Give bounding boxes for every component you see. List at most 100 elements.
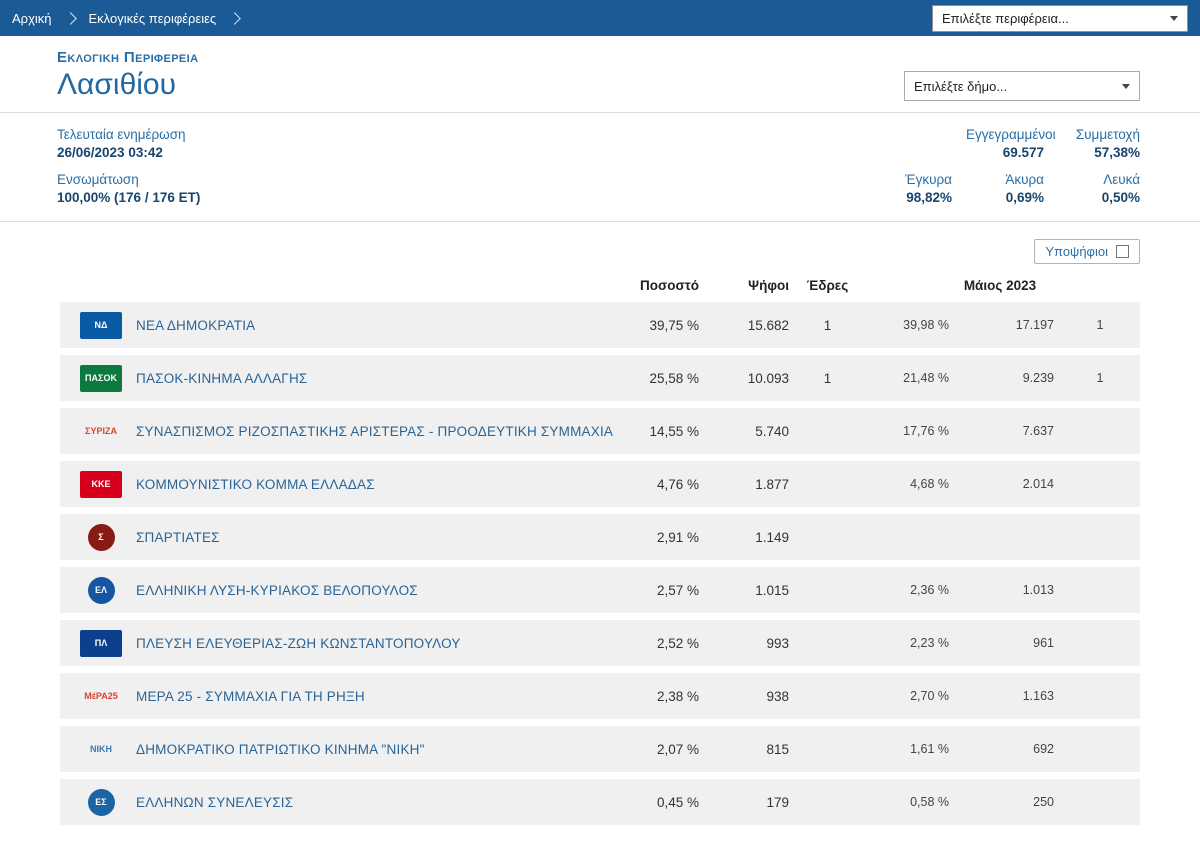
party-percent: 39,75 % [649, 317, 699, 333]
party-cell: ΣΥΡΙΖΑ ΣΥΝΑΣΠΙΣΜΟΣ ΡΙΖΟΣΠΑΣΤΙΚΗΣ ΑΡΙΣΤΕΡ… [60, 418, 615, 445]
party-name-link[interactable]: ΣΠΑΡΤΙΑΤΕΣ [136, 530, 220, 545]
page-header: Εκλογική Περιφέρεια Λασιθίου Επιλέξτε δή… [0, 36, 1200, 113]
party-name-link[interactable]: ΚΟΜΜΟΥΝΙΣΤΙΚΟ ΚΟΜΜΑ ΕΛΛΑΔΑΣ [136, 477, 375, 492]
valid-value: 98,82% [906, 190, 952, 205]
blank-value: 0,50% [1101, 190, 1140, 205]
party-votes: 15.682 [747, 317, 789, 333]
breadcrumb-section-link[interactable]: Εκλογικές περιφέρειες [89, 11, 217, 26]
registered-value: 69.577 [1002, 145, 1044, 160]
party-prev-votes: 2.014 [1022, 477, 1054, 491]
party-prev-percent: 2,23 % [910, 636, 949, 650]
party-cell: ΝΔ ΝΕΑ ΔΗΜΟΚΡΑΤΙΑ [60, 311, 615, 339]
header-previous-election: Μάιος 2023 [963, 278, 1037, 293]
party-percent: 2,57 % [656, 582, 699, 598]
region-select[interactable]: Επιλέξτε περιφέρεια... [932, 4, 1188, 32]
table-row: ΝΔ ΝΕΑ ΔΗΜΟΚΡΑΤΙΑ 39,75 % 15.682 1 39,98… [60, 302, 1140, 348]
party-votes: 10.093 [747, 370, 789, 386]
valid: Έγκυρα 98,82% [860, 172, 952, 205]
party-logo-icon: ΝΔ [80, 311, 122, 339]
party-votes: 1.015 [755, 582, 789, 598]
chevron-right-icon [63, 11, 77, 25]
party-name-link[interactable]: ΕΛΛΗΝΙΚΗ ΛΥΣΗ-ΚΥΡΙΑΚΟΣ ΒΕΛΟΠΟΥΛΟΣ [136, 583, 418, 598]
candidates-toggle-label: Υποψήφιοι [1045, 244, 1108, 259]
party-prev-percent: 39,98 % [903, 318, 949, 332]
party-prev-votes: 250 [1033, 795, 1054, 809]
stats-left: Τελευταία ενημέρωση 26/06/2023 03:42 Ενσ… [57, 127, 200, 205]
invalid-label: Άκυρα [1005, 172, 1044, 187]
chevron-right-icon [228, 11, 242, 25]
party-votes: 179 [766, 794, 789, 810]
party-cell: ΠΛ ΠΛΕΥΣΗ ΕΛΕΥΘΕΡΙΑΣ-ΖΩΗ ΚΩΝΣΤΑΝΤΟΠΟΥΛΟΥ [60, 629, 615, 657]
results-rows: ΝΔ ΝΕΑ ΔΗΜΟΚΡΑΤΙΑ 39,75 % 15.682 1 39,98… [60, 302, 1140, 825]
party-name-link[interactable]: ΝΕΑ ΔΗΜΟΚΡΑΤΙΑ [136, 318, 255, 333]
chevron-down-icon [1170, 15, 1178, 21]
party-name-link[interactable]: ΠΛΕΥΣΗ ΕΛΕΥΘΕΡΙΑΣ-ΖΩΗ ΚΩΝΣΤΑΝΤΟΠΟΥΛΟΥ [136, 636, 461, 651]
invalid: Άκυρα 0,69% [952, 172, 1044, 205]
party-prev-percent: 21,48 % [903, 371, 949, 385]
registered-label: Εγγεγραμμένοι [966, 127, 1056, 142]
chevron-down-icon [1122, 83, 1130, 89]
party-prev-percent: 0,58 % [910, 795, 949, 809]
party-prev-seats: 1 [1096, 371, 1104, 385]
district-heading: Εκλογική Περιφέρεια Λασιθίου [57, 49, 198, 102]
party-name-link[interactable]: ΜΕΡΑ 25 - ΣΥΜΜΑΧΙΑ ΓΙΑ ΤΗ ΡΗΞΗ [136, 689, 365, 704]
party-logo-icon: Σ [87, 523, 115, 551]
party-logo-icon: ΣΥΡΙΖΑ [85, 425, 117, 436]
party-cell: ΠΑΣΟΚ ΠΑΣΟΚ-ΚΙΝΗΜΑ ΑΛΛΑΓΗΣ [60, 364, 615, 392]
blank-label: Λευκά [1103, 172, 1140, 187]
invalid-value: 0,69% [1005, 190, 1044, 205]
municipality-select-value: Επιλέξτε δήμο... [914, 78, 1008, 94]
party-prev-percent: 2,70 % [910, 689, 949, 703]
party-logo-icon: ΠΑΣΟΚ [80, 364, 122, 392]
table-row: ΣΥΡΙΖΑ ΣΥΝΑΣΠΙΣΜΟΣ ΡΙΖΟΣΠΑΣΤΙΚΗΣ ΑΡΙΣΤΕΡ… [60, 408, 1140, 454]
turnout-value: 57,38% [1094, 145, 1140, 160]
party-name-link[interactable]: ΕΛΛΗΝΩΝ ΣΥΝΕΛΕΥΣΙΣ [136, 795, 293, 810]
party-cell: ΝΙΚΗ ΔΗΜΟΚΡΑΤΙΚΟ ΠΑΤΡΙΩΤΙΚΟ ΚΙΝΗΜΑ "ΝΙΚΗ… [60, 736, 615, 763]
party-name-link[interactable]: ΣΥΝΑΣΠΙΣΜΟΣ ΡΙΖΟΣΠΑΣΤΙΚΗΣ ΑΡΙΣΤΕΡΑΣ - ΠΡ… [136, 424, 613, 439]
party-logo-icon: ΕΛ [87, 576, 115, 604]
valid-label: Έγκυρα [905, 172, 952, 187]
turnout-label: Συμμετοχή [1075, 127, 1140, 142]
municipality-select[interactable]: Επιλέξτε δήμο... [904, 71, 1140, 101]
party-cell: ΕΣ ΕΛΛΗΝΩΝ ΣΥΝΕΛΕΥΣΙΣ [60, 788, 615, 816]
party-prev-votes: 692 [1033, 742, 1054, 756]
party-logo-icon: ΜέΡΑ25 [84, 690, 118, 701]
party-percent: 2,52 % [656, 635, 699, 651]
stats-empty-cell [860, 127, 952, 160]
party-prev-percent: 4,68 % [910, 477, 949, 491]
integration: Ενσωμάτωση 100,00% (176 / 176 ΕΤ) [57, 172, 200, 205]
breadcrumb-home-link[interactable]: Αρχική [12, 11, 52, 26]
table-row: ΝΙΚΗ ΔΗΜΟΚΡΑΤΙΚΟ ΠΑΤΡΙΩΤΙΚΟ ΚΙΝΗΜΑ "ΝΙΚΗ… [60, 726, 1140, 772]
table-row: ΕΣ ΕΛΛΗΝΩΝ ΣΥΝΕΛΕΥΣΙΣ 0,45 % 179 0,58 % … [60, 779, 1140, 825]
last-update-label: Τελευταία ενημέρωση [57, 127, 186, 142]
results-section: Υποψήφιοι Ποσοστό Ψήφοι Έδρες Μάιος 2023… [0, 239, 1200, 825]
party-name-link[interactable]: ΠΑΣΟΚ-ΚΙΝΗΜΑ ΑΛΛΑΓΗΣ [136, 371, 307, 386]
party-cell: ΜέΡΑ25 ΜΕΡΑ 25 - ΣΥΜΜΑΧΙΑ ΓΙΑ ΤΗ ΡΗΞΗ [60, 683, 615, 710]
integration-value: 100,00% (176 / 176 ΕΤ) [57, 190, 201, 205]
breadcrumb-bar: Αρχική Εκλογικές περιφέρειες Επιλέξτε πε… [0, 0, 1200, 36]
table-row: ΠΛ ΠΛΕΥΣΗ ΕΛΕΥΘΕΡΙΑΣ-ΖΩΗ ΚΩΝΣΤΑΝΤΟΠΟΥΛΟΥ… [60, 620, 1140, 666]
party-name-link[interactable]: ΔΗΜΟΚΡΑΤΙΚΟ ΠΑΤΡΙΩΤΙΚΟ ΚΙΝΗΜΑ "ΝΙΚΗ" [136, 742, 425, 757]
table-row: ΕΛ ΕΛΛΗΝΙΚΗ ΛΥΣΗ-ΚΥΡΙΑΚΟΣ ΒΕΛΟΠΟΥΛΟΣ 2,5… [60, 567, 1140, 613]
party-prev-percent: 1,61 % [910, 742, 949, 756]
party-prev-votes: 7.637 [1022, 424, 1054, 438]
party-logo-icon: ΚΚΕ [80, 470, 122, 498]
party-seats: 1 [823, 370, 832, 386]
party-percent: 2,38 % [656, 688, 699, 704]
party-prev-seats: 1 [1096, 318, 1104, 332]
party-percent: 25,58 % [649, 370, 699, 386]
party-prev-votes: 1.163 [1022, 689, 1054, 703]
party-logo-icon: ΝΙΚΗ [90, 743, 112, 754]
party-percent: 2,07 % [656, 741, 699, 757]
results-toolbar: Υποψήφιοι [60, 239, 1140, 264]
party-votes: 815 [766, 741, 789, 757]
stats-right: Εγγεγραμμένοι 69.577 Συμμετοχή 57,38% Έγ… [860, 127, 1140, 205]
party-votes: 993 [766, 635, 789, 651]
checkbox-icon[interactable] [1116, 245, 1129, 258]
party-seats: 1 [823, 317, 832, 333]
party-cell: ΚΚΕ ΚΟΜΜΟΥΝΙΣΤΙΚΟ ΚΟΜΜΑ ΕΛΛΑΔΑΣ [60, 470, 615, 498]
party-votes: 1.149 [755, 529, 789, 545]
candidates-toggle-button[interactable]: Υποψήφιοι [1034, 239, 1140, 264]
party-cell: ΕΛ ΕΛΛΗΝΙΚΗ ΛΥΣΗ-ΚΥΡΙΑΚΟΣ ΒΕΛΟΠΟΥΛΟΣ [60, 576, 615, 604]
party-percent: 2,91 % [656, 529, 699, 545]
